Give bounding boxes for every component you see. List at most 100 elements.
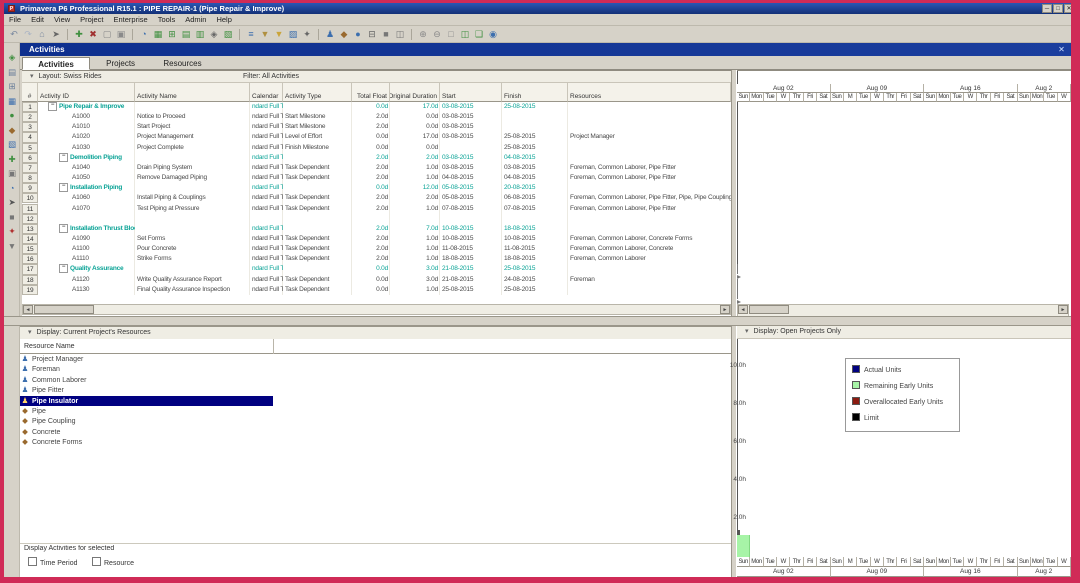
timescale-day[interactable]: Sun bbox=[1018, 557, 1031, 567]
activity-id-cell[interactable]: A1100 bbox=[70, 244, 135, 254]
column-header--[interactable]: # bbox=[22, 83, 38, 102]
gantt-h-scrollbar[interactable]: ◄► bbox=[737, 304, 1069, 316]
activity-name-cell[interactable]: Notice to Proceed bbox=[135, 112, 250, 122]
timescale-day[interactable]: Mon bbox=[937, 557, 950, 567]
rail-issues-icon[interactable]: ✚ bbox=[5, 153, 19, 166]
total-float-cell[interactable]: 0.0d bbox=[352, 132, 390, 142]
original-duration-cell[interactable]: 17.0d bbox=[390, 102, 440, 112]
resources-cell[interactable]: Pipe Insulator bbox=[568, 214, 731, 224]
original-duration-cell[interactable]: 0.0d bbox=[390, 143, 440, 153]
total-float-cell[interactable]: 2.0d bbox=[352, 234, 390, 244]
start-cell[interactable]: 10-08-2015 bbox=[440, 234, 502, 244]
row-number[interactable]: 2 bbox=[22, 112, 38, 122]
comment-icon[interactable]: ❑ bbox=[473, 28, 485, 40]
row-number[interactable]: 10 bbox=[22, 193, 38, 203]
activity-name-cell[interactable]: Remove Damaged Piping bbox=[135, 173, 250, 183]
activity-id-cell[interactable]: A1040 bbox=[70, 163, 135, 173]
calendar-cell[interactable]: ndard Full Time bbox=[250, 254, 283, 264]
row-number[interactable]: 17 bbox=[22, 264, 38, 274]
original-duration-cell[interactable]: 1.0d bbox=[390, 285, 440, 295]
timescale-day[interactable]: Sat bbox=[911, 93, 924, 102]
table-h-scrollbar[interactable]: ◄► bbox=[22, 304, 731, 315]
activity-id-cell[interactable]: −Demolition Piping bbox=[57, 153, 135, 163]
total-float-cell[interactable]: 0.0d bbox=[352, 102, 390, 112]
rail-thresholds-icon[interactable]: ▧ bbox=[5, 138, 19, 151]
total-float-cell[interactable]: 0.0d bbox=[352, 143, 390, 153]
pointer-icon[interactable]: ➤ bbox=[50, 28, 62, 40]
activity-type-cell[interactable]: Task Dependent bbox=[283, 234, 352, 244]
calendar-cell[interactable]: ndard Full Time bbox=[250, 112, 283, 122]
activity-id-cell[interactable]: A1010 bbox=[70, 122, 135, 132]
resources-cell[interactable]: Project Manager bbox=[568, 132, 731, 142]
calendar-cell[interactable]: ndard Full Time bbox=[250, 224, 283, 234]
scroll-thumb[interactable] bbox=[34, 305, 94, 314]
timescale-day[interactable]: Mon bbox=[750, 557, 763, 567]
timescale-day[interactable]: Sun bbox=[831, 557, 844, 567]
finish-cell[interactable]: 20-08-2015 bbox=[502, 183, 568, 193]
finish-cell[interactable]: 04-08-2015 bbox=[502, 173, 568, 183]
timescale-day[interactable]: Mon bbox=[1031, 557, 1044, 567]
column-header-activity-id[interactable]: Activity ID bbox=[38, 83, 135, 102]
link-icon[interactable]: ⊟ bbox=[366, 28, 378, 40]
histogram-display-bar[interactable]: ▾ Display: Open Projects Only bbox=[737, 326, 1071, 339]
progress-line-icon[interactable]: ▨ bbox=[287, 28, 299, 40]
redo-icon[interactable]: ↷ bbox=[22, 28, 34, 40]
activity-id-cell[interactable]: −Pipe Repair & Improve bbox=[46, 102, 135, 112]
finish-cell[interactable] bbox=[502, 112, 568, 122]
collapse-icon[interactable]: − bbox=[59, 183, 68, 192]
activity-name-cell[interactable] bbox=[135, 224, 250, 234]
column-header-finish[interactable]: Finish bbox=[502, 83, 568, 102]
calendar-cell[interactable]: ndard Full Time bbox=[250, 132, 283, 142]
menu-tools[interactable]: Tools bbox=[153, 14, 181, 26]
tab-resources[interactable]: Resources bbox=[151, 57, 214, 70]
calendar-cell[interactable]: ndard Full Time bbox=[250, 183, 283, 193]
add-icon[interactable]: ✚ bbox=[73, 28, 85, 40]
finish-cell[interactable]: 25-08-2015 bbox=[502, 285, 568, 295]
timescale-day[interactable]: Sun bbox=[924, 93, 937, 102]
activity-name-cell[interactable] bbox=[135, 102, 250, 112]
activity-type-cell[interactable]: Resource Dependent bbox=[283, 214, 352, 224]
timescale-day[interactable]: W bbox=[871, 93, 884, 102]
activity-name-cell[interactable]: Install Piping & Couplings bbox=[135, 193, 250, 203]
rail-expenses-icon[interactable]: ◆ bbox=[5, 124, 19, 137]
resources-cell[interactable] bbox=[568, 264, 731, 274]
resources-cell[interactable] bbox=[568, 183, 731, 193]
rail-activities-icon[interactable]: ⊞ bbox=[5, 80, 19, 93]
gantt-icon[interactable]: ▥ bbox=[194, 28, 206, 40]
split-icon[interactable]: ◫ bbox=[459, 28, 471, 40]
start-cell[interactable]: 05-08-2015 bbox=[440, 193, 502, 203]
resource-row[interactable]: ◆ Pipe bbox=[20, 406, 273, 416]
timescale-day[interactable]: Tue bbox=[1044, 557, 1057, 567]
activity-name-cell[interactable]: Final Quality Assurance Inspection bbox=[135, 285, 250, 295]
original-duration-cell[interactable]: 17.0d bbox=[390, 132, 440, 142]
calendar-cell[interactable]: ndard Full Time bbox=[250, 204, 283, 214]
timescale-week[interactable]: Aug 16 bbox=[924, 567, 1018, 577]
activity-type-cell[interactable]: Level of Effort bbox=[283, 132, 352, 142]
total-float-cell[interactable]: 2.0d bbox=[352, 193, 390, 203]
activity-id-cell[interactable]: A1080 bbox=[70, 214, 135, 224]
resources-cell[interactable] bbox=[568, 285, 731, 295]
collapse-icon[interactable]: − bbox=[48, 102, 57, 111]
activity-id-cell[interactable]: A1020 bbox=[70, 132, 135, 142]
finish-cell[interactable]: 10-08-2015 bbox=[502, 234, 568, 244]
start-cell[interactable]: 03-08-2015 bbox=[440, 122, 502, 132]
total-float-cell[interactable]: 2.0d bbox=[352, 254, 390, 264]
original-duration-cell[interactable]: 3.0d bbox=[390, 264, 440, 274]
total-float-cell[interactable]: 0.0d bbox=[352, 264, 390, 274]
timescale-week[interactable]: Aug 09 bbox=[831, 567, 925, 577]
activity-name-cell[interactable]: Test Piping at Pressure bbox=[135, 204, 250, 214]
timescale-day[interactable]: Mon bbox=[1031, 93, 1044, 102]
timescale-day[interactable]: Thr bbox=[977, 93, 990, 102]
activity-name-cell[interactable]: Insulate Piping bbox=[135, 214, 250, 224]
resources-cell[interactable] bbox=[568, 153, 731, 163]
resource-row[interactable]: ◆ Pipe Coupling bbox=[20, 416, 273, 426]
original-duration-cell[interactable]: 3.0d bbox=[390, 275, 440, 285]
timescale-day[interactable]: Mon bbox=[750, 93, 763, 102]
start-cell[interactable] bbox=[440, 143, 502, 153]
table-icon[interactable]: ⊞ bbox=[166, 28, 178, 40]
scroll-left-icon[interactable]: ◄ bbox=[738, 305, 748, 314]
zoom-out-icon[interactable]: ⊖ bbox=[431, 28, 443, 40]
activity-name-cell[interactable]: Project Complete bbox=[135, 143, 250, 153]
resource-row[interactable]: ◆ Concrete bbox=[20, 427, 273, 437]
total-float-cell[interactable]: 0.0d bbox=[352, 275, 390, 285]
